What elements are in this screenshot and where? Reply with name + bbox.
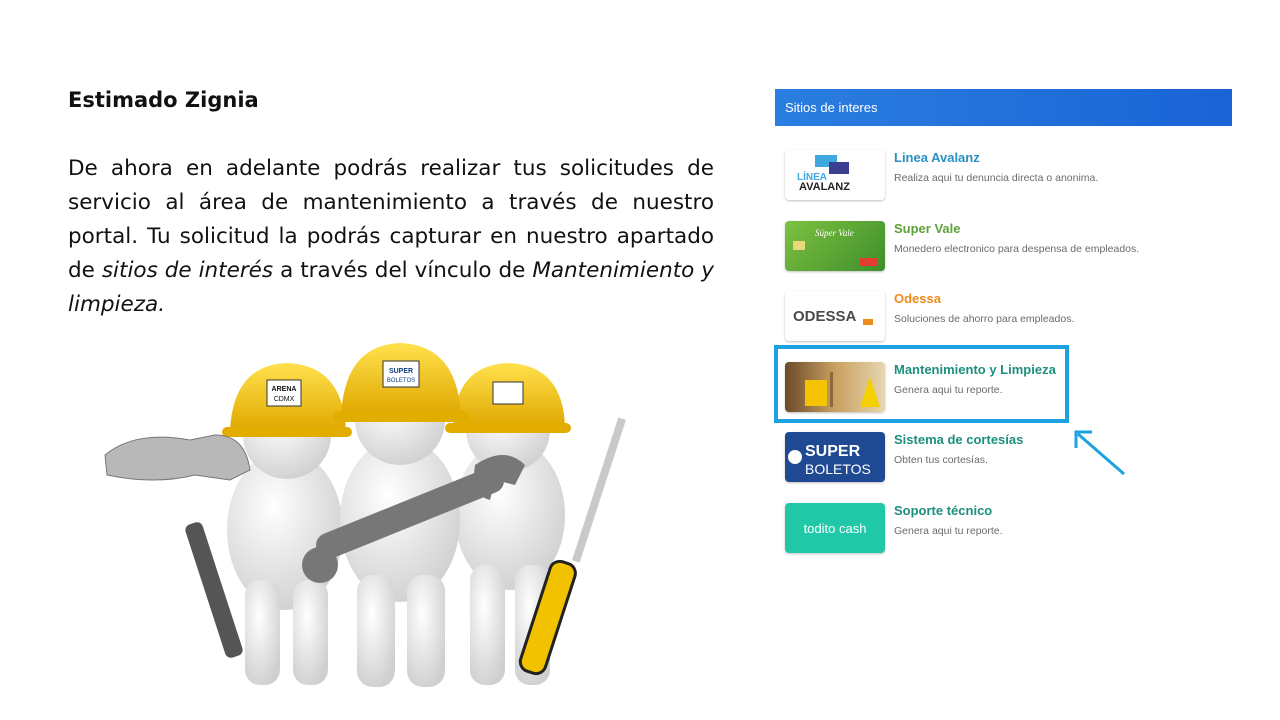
site-name[interactable]: Soporte técnico: [894, 503, 992, 518]
site-sistema-cortesias[interactable]: SUPER BOLETOS Sistema de cortesías Obten…: [785, 432, 1225, 484]
site-desc: Soluciones de ahorro para empleados.: [894, 313, 1075, 325]
site-name[interactable]: Odessa: [894, 291, 941, 306]
svg-text:BOLETOS: BOLETOS: [805, 461, 871, 477]
hammer-icon: [104, 434, 251, 658]
site-name[interactable]: Sistema de cortesías: [894, 432, 1023, 447]
greeting-heading: Estimado Zignia: [68, 88, 259, 112]
helmet-label-left: ARENA: [272, 386, 297, 393]
panel-header: Sitios de interes: [775, 89, 1232, 126]
highlight-box: [774, 345, 1069, 423]
site-desc: Obten tus cortesías.: [894, 454, 988, 466]
super-boletos-logo: SUPER BOLETOS: [785, 432, 885, 482]
todito-cash-label: todito cash: [803, 520, 867, 536]
instructions-text-2: a través del vínculo de: [273, 258, 533, 283]
sitios-panel: Sitios de interes LÍNEA AVALANZ Linea Av…: [775, 89, 1232, 569]
helmet-label-middle: SUPER: [389, 368, 413, 375]
svg-text:ODESSA: ODESSA: [793, 308, 857, 325]
odessa-logo: ODESSA: [785, 291, 885, 341]
linea-avalanz-logo: LÍNEA AVALANZ: [785, 150, 885, 200]
site-odessa[interactable]: ODESSA Odessa Soluciones de ahorro para …: [785, 291, 1225, 343]
svg-text:SUPER: SUPER: [805, 443, 861, 460]
pointer-arrow-icon: [1074, 430, 1125, 476]
todito-cash-logo: todito cash: [785, 503, 885, 553]
workers-illustration: ARENA CDMX SUPER BOLETOS: [104, 343, 626, 687]
instructions-paragraph: De ahora en adelante podrás realizar tus…: [68, 152, 714, 322]
svg-text:AVALANZ: AVALANZ: [799, 181, 850, 193]
svg-text:CDMX: CDMX: [274, 396, 295, 403]
svg-text:BOLETOS: BOLETOS: [387, 378, 415, 384]
instructions-emphasis-sitios: sitios de interés: [101, 258, 274, 283]
super-vale-logo: Súper Vale: [785, 221, 885, 271]
site-desc: Genera aqui tu reporte.: [894, 525, 1003, 537]
site-name[interactable]: Super Vale: [894, 221, 960, 236]
site-name[interactable]: Linea Avalanz: [894, 150, 980, 165]
svg-text:Súper Vale: Súper Vale: [815, 228, 854, 238]
site-super-vale[interactable]: Súper Vale Super Vale Monedero electroni…: [785, 221, 1225, 273]
site-desc: Realiza aqui tu denuncia directa o anoni…: [894, 172, 1099, 184]
site-desc: Monedero electronico para despensa de em…: [894, 243, 1140, 255]
site-linea-avalanz[interactable]: LÍNEA AVALANZ Linea Avalanz Realiza aqui…: [785, 150, 1225, 202]
site-soporte-tecnico[interactable]: todito cash Soporte técnico Genera aqui …: [785, 503, 1225, 555]
worker-left: ARENA CDMX: [222, 363, 352, 685]
